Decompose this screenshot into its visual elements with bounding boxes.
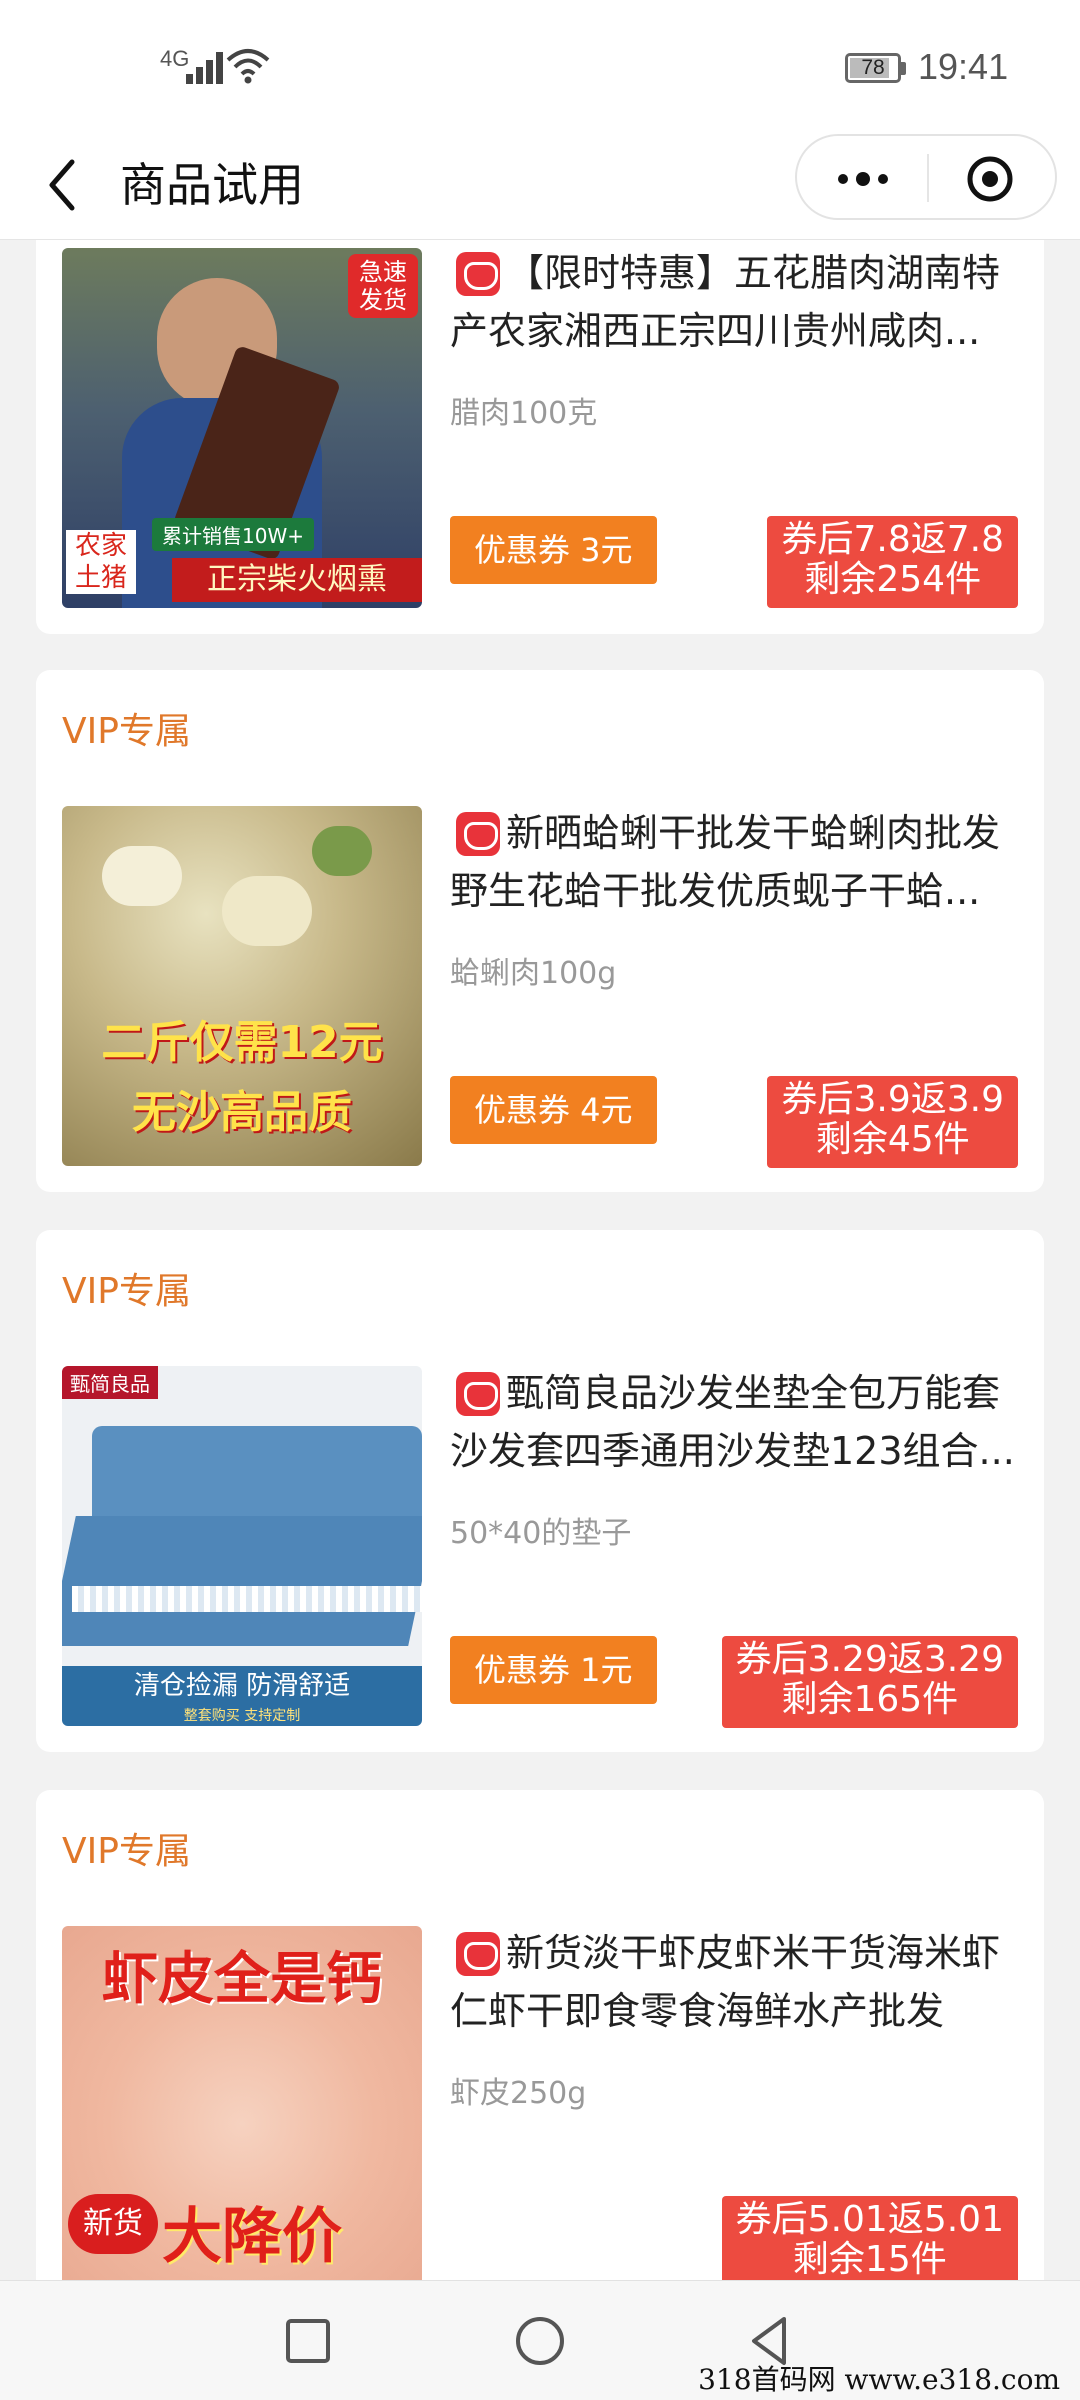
farm-pork-tag: 农家土猪: [66, 530, 136, 594]
product-title[interactable]: 甄简良品沙发坐垫全包万能套沙发套四季通用沙发垫123组合...: [450, 1364, 1020, 1480]
system-nav-bar: 318首码网 www.e318.com: [0, 2280, 1080, 2400]
price-text: 券后5.01返5.01: [735, 2199, 1004, 2240]
image-text: 二斤仅需12元: [101, 1017, 383, 1068]
product-title[interactable]: 新货淡干虾皮虾米干货海米虾仁虾干即食零食海鲜水产批发: [450, 1924, 1020, 2040]
product-card[interactable]: 急速发货 累计销售10W+ 农家土猪 正宗柴火烟熏 【限时特惠】五花腊肉湖南特产…: [36, 240, 1044, 634]
image-banner: 正宗柴火烟熏: [172, 558, 422, 602]
price-button[interactable]: 券后3.9返3.9 剩余45件: [767, 1076, 1018, 1168]
nav-bar: 商品试用: [0, 130, 1080, 240]
new-tag: 新货: [68, 2194, 158, 2254]
product-image[interactable]: 甄简良品 清仓捡漏 防滑舒适 整套购买 支持定制: [62, 1366, 422, 1726]
image-subtext: 整套购买 支持定制: [62, 1706, 422, 1726]
product-spec: 腊肉100克: [450, 396, 598, 431]
product-card[interactable]: VIP专属 虾皮全是钙 新货 大降价 新货淡干虾皮虾米干货海米虾仁虾干即食零食海…: [36, 1790, 1044, 2280]
network-type: 4G: [160, 46, 190, 71]
more-options-icon[interactable]: [833, 164, 893, 194]
coupon-button[interactable]: 优惠券 1元: [450, 1636, 657, 1704]
product-list[interactable]: 急速发货 累计销售10W+ 农家土猪 正宗柴火烟熏 【限时特惠】五花腊肉湖南特产…: [0, 240, 1080, 2280]
brand-logo: 甄简良品: [62, 1366, 158, 1399]
close-miniprogram-icon[interactable]: [965, 154, 1015, 204]
price-text: 券后7.8返7.8: [781, 519, 1004, 560]
product-image[interactable]: 急速发货 累计销售10W+ 农家土猪 正宗柴火烟熏: [62, 248, 422, 608]
sales-label: 累计销售10W+: [152, 518, 314, 551]
vip-label: VIP专属: [62, 1831, 191, 1872]
miniprogram-capsule: [795, 134, 1057, 220]
clock: 19:41: [918, 46, 1009, 87]
coupon-button[interactable]: 优惠券 3元: [450, 516, 657, 584]
image-text: 虾皮全是钙: [102, 1947, 382, 2012]
wifi-icon: [226, 49, 270, 84]
fast-shipping-badge: 急速发货: [348, 254, 418, 318]
product-title[interactable]: 【限时特惠】五花腊肉湖南特产农家湘西正宗四川贵州咸肉...: [450, 244, 1020, 360]
watermark: 318首码网 www.e318.com: [698, 2363, 1060, 2396]
product-image[interactable]: 二斤仅需12元 无沙高品质: [62, 806, 422, 1166]
coupon-button[interactable]: 优惠券 4元: [450, 1076, 657, 1144]
price-button[interactable]: 券后5.01返5.01 剩余15件: [721, 2196, 1018, 2280]
price-text: 券后3.29返3.29: [735, 1639, 1004, 1680]
stock-text: 剩余45件: [815, 1119, 970, 1160]
image-banner: 大降价: [162, 2202, 342, 2272]
price-button[interactable]: 券后3.29返3.29 剩余165件: [721, 1636, 1018, 1728]
price-text: 券后3.9返3.9: [781, 1079, 1004, 1120]
back-arrow-icon[interactable]: [40, 152, 90, 218]
home-icon[interactable]: [510, 2311, 570, 2371]
battery-icon: 78: [845, 53, 901, 83]
product-image[interactable]: 虾皮全是钙 新货 大降价: [62, 1926, 422, 2280]
vip-label: VIP专属: [62, 1271, 191, 1312]
battery-level: 78: [861, 56, 885, 79]
product-card[interactable]: VIP专属 二斤仅需12元 无沙高品质 新晒蛤蜊干批发干蛤蜊肉批发野生花蛤干批发…: [36, 670, 1044, 1192]
stock-text: 剩余254件: [804, 559, 982, 600]
product-card[interactable]: VIP专属 甄简良品 清仓捡漏 防滑舒适 整套购买 支持定制 甄简良品沙发坐垫全…: [36, 1230, 1044, 1752]
image-banner: 清仓捡漏 防滑舒适: [62, 1666, 422, 1706]
price-button[interactable]: 券后7.8返7.8 剩余254件: [767, 516, 1018, 608]
stock-text: 剩余165件: [781, 1679, 959, 1720]
product-spec: 蛤蜊肉100g: [450, 956, 617, 991]
product-spec: 虾皮250g: [450, 2076, 587, 2111]
product-title[interactable]: 新晒蛤蜊干批发干蛤蜊肉批发野生花蛤干批发优质蚬子干蛤...: [450, 804, 1020, 920]
stock-text: 剩余15件: [792, 2239, 947, 2280]
product-spec: 50*40的垫子: [450, 1516, 632, 1551]
image-text: 无沙高品质: [132, 1087, 352, 1138]
vip-label: VIP专属: [62, 711, 191, 752]
status-bar: 4G 78 19:41: [0, 0, 1080, 130]
page-title: 商品试用: [120, 158, 304, 212]
recent-apps-icon[interactable]: [278, 2311, 338, 2371]
